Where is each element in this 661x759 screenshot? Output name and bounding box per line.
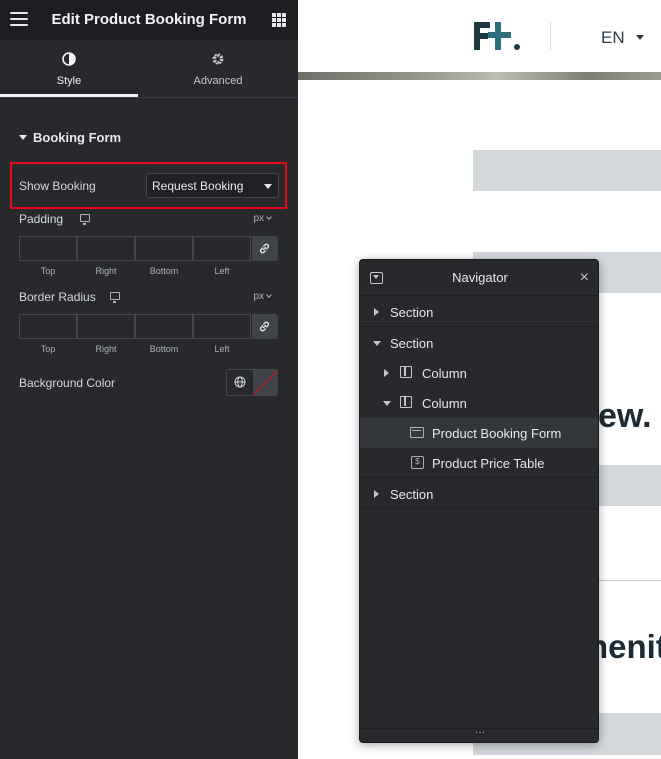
padding-left-input[interactable] — [193, 236, 251, 261]
caret-right-icon[interactable] — [374, 308, 379, 316]
link-icon — [259, 321, 270, 332]
section-toggle-booking-form[interactable]: Booking Form — [19, 130, 121, 145]
nav-item-section[interactable]: Section — [360, 328, 598, 358]
link-values-button[interactable] — [252, 314, 278, 339]
padding-label: Padding — [19, 212, 64, 226]
padding-unit: px — [253, 213, 264, 224]
close-icon[interactable]: × — [580, 269, 589, 287]
form-widget-icon — [410, 427, 424, 438]
nav-item-column[interactable]: Column — [360, 388, 598, 418]
background-color-label: Background Color — [19, 376, 116, 390]
link-icon — [259, 243, 270, 254]
link-values-button[interactable] — [252, 236, 278, 261]
side-label: Right — [95, 344, 117, 354]
radius-left-input[interactable] — [193, 314, 251, 339]
nav-item-section[interactable]: Section — [360, 297, 598, 327]
tab-advanced[interactable]: Advanced — [149, 40, 287, 97]
side-label: Top — [40, 266, 56, 276]
radius-bottom-input[interactable] — [135, 314, 193, 339]
global-colors-button[interactable] — [227, 370, 253, 395]
navigator-title: Navigator — [452, 270, 508, 285]
nav-item-label: Section — [390, 305, 434, 320]
gear-icon — [211, 52, 225, 69]
chevron-down-icon — [266, 214, 272, 220]
navigator-header[interactable]: Navigator × — [360, 260, 598, 296]
globe-icon — [234, 376, 246, 388]
tab-style-label: Style — [56, 75, 82, 87]
editor-panel: Edit Product Booking Form Style Advanced… — [0, 0, 298, 759]
side-label: Bottom — [149, 344, 179, 354]
caret-down-icon[interactable] — [373, 341, 381, 346]
padding-top-input[interactable] — [19, 236, 77, 261]
panel-header: Edit Product Booking Form — [0, 0, 298, 40]
nav-item-column[interactable]: Column — [360, 358, 598, 388]
show-booking-value: Request Booking — [152, 179, 244, 193]
border-radius-unit-select[interactable]: px — [253, 291, 272, 302]
nav-item-label: Section — [390, 336, 434, 351]
side-label: Top — [40, 344, 56, 354]
nav-item-section[interactable]: Section — [360, 479, 598, 509]
side-label: Left — [214, 266, 230, 276]
nav-item-label: Product Price Table — [432, 456, 545, 471]
caret-right-icon[interactable] — [374, 490, 379, 498]
padding-bottom-input[interactable] — [135, 236, 193, 261]
background-color-controls — [226, 369, 278, 396]
section-title: Booking Form — [33, 130, 122, 145]
hero-image-edge — [298, 72, 661, 80]
caret-down-icon — [19, 135, 27, 140]
side-label: Left — [214, 344, 230, 354]
nav-item-product-booking-form[interactable]: Product Booking Form — [360, 418, 598, 448]
navigator-panel: Navigator × Section Section Column Colum… — [359, 259, 599, 743]
nav-item-label: Column — [422, 396, 467, 411]
price-table-icon: $ — [411, 456, 424, 469]
desktop-icon[interactable] — [80, 214, 90, 225]
nav-item-label: Section — [390, 487, 434, 502]
border-radius-unit: px — [253, 291, 264, 302]
brand-logo-icon — [474, 22, 520, 50]
nav-item-label: Product Booking Form — [432, 426, 562, 441]
placeholder-block — [473, 150, 661, 191]
tab-advanced-label: Advanced — [193, 75, 243, 87]
desktop-icon[interactable] — [110, 292, 120, 303]
site-logo[interactable] — [473, 20, 523, 52]
caret-down-icon[interactable] — [383, 401, 391, 406]
panel-title: Edit Product Booking Form — [51, 11, 247, 28]
nav-item-product-price-table[interactable]: $ Product Price Table — [360, 448, 598, 478]
navigator-resize-handle[interactable]: ··· — [360, 728, 598, 742]
nav-item-label: Column — [422, 366, 467, 381]
widgets-grid-icon[interactable] — [272, 13, 286, 27]
panel-tabs: Style Advanced — [0, 40, 298, 98]
tab-style[interactable]: Style — [0, 40, 138, 97]
side-label: Right — [95, 266, 117, 276]
caret-down-icon — [264, 184, 272, 189]
header-divider — [550, 22, 551, 50]
caret-down-icon[interactable] — [636, 35, 644, 40]
padding-unit-select[interactable]: px — [253, 213, 272, 224]
chevron-down-icon — [266, 292, 272, 298]
border-radius-dimensions — [19, 314, 278, 339]
caret-right-icon[interactable] — [384, 369, 389, 377]
contrast-icon — [62, 52, 76, 69]
radius-right-input[interactable] — [77, 314, 135, 339]
radius-top-input[interactable] — [19, 314, 77, 339]
show-booking-select[interactable]: Request Booking — [146, 173, 279, 198]
padding-dimensions — [19, 236, 278, 261]
show-booking-control: Show Booking Request Booking — [10, 162, 287, 209]
column-icon — [400, 366, 412, 378]
language-switcher[interactable]: EN — [601, 28, 625, 48]
show-booking-label: Show Booking — [19, 179, 96, 193]
border-radius-label: Border Radius — [19, 290, 96, 304]
heading-fragment: ew. — [598, 397, 652, 435]
color-picker-swatch[interactable] — [253, 370, 278, 395]
column-icon — [400, 396, 412, 408]
side-label: Bottom — [149, 266, 179, 276]
padding-right-input[interactable] — [77, 236, 135, 261]
